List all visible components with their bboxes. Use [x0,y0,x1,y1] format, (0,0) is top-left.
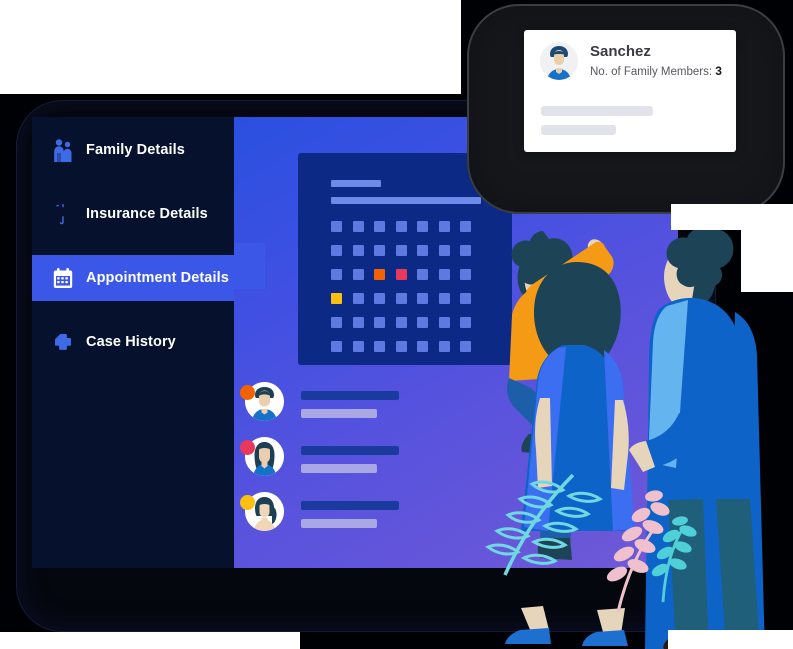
status-badge-pink [240,440,255,455]
calendar-day-cell-pink[interactable] [395,269,407,280]
calendar-day-cell[interactable] [331,341,342,352]
sidebar-item-family-details[interactable]: Family Details [32,127,234,173]
calendar-day-cell[interactable] [352,293,364,304]
sidebar-item-label: Family Details [86,142,185,158]
calendar-icon [52,266,74,290]
calendar-day-cell[interactable] [395,341,407,352]
popup-name: Sanchez [590,43,651,60]
family-icon [52,138,74,162]
calendar-day-cell-orange[interactable] [374,269,386,280]
calendar-day-cell[interactable] [417,293,429,304]
active-item-highlight-extension [234,243,265,289]
popup-placeholder-line-1 [541,106,653,116]
background-cutout-bottom [0,632,300,649]
calendar-day-cell[interactable] [460,269,472,280]
calendar-day-cell[interactable] [417,269,429,280]
calendar-day-cell[interactable] [374,293,386,304]
appointment-primary-placeholder [301,445,399,455]
appointment-secondary-placeholder [301,518,377,528]
calendar-day-cell[interactable] [460,341,472,352]
background-cutout-topleft [0,0,461,94]
avatar [540,42,578,80]
status-badge-yellow [240,495,255,510]
sidebar-nav-list: Family Details Insurance Details Appointme… [32,127,234,365]
calendar-grid[interactable] [331,221,482,352]
background-cutout-right-2 [741,230,793,292]
sidebar-item-label: Case History [86,334,176,350]
avatar-wrapper [240,492,284,536]
status-badge-orange [240,385,255,400]
calendar-day-cell[interactable] [417,317,429,328]
calendar-day-cell[interactable] [395,245,407,256]
medical-cross-icon [52,330,74,354]
appointment-list-item[interactable] [240,489,670,539]
calendar-day-cell[interactable] [417,341,429,352]
appointment-list-item[interactable] [240,379,670,429]
calendar-day-cell[interactable] [395,221,407,232]
sidebar-item-case-history[interactable]: Case History [32,319,234,365]
calendar-day-cell[interactable] [331,245,342,256]
calendar-day-cell[interactable] [460,293,472,304]
background-cutout-right-1 [671,204,793,230]
family-popup-card[interactable]: Sanchez No. of Family Members: 3 [524,30,736,152]
calendar-day-cell[interactable] [438,269,450,280]
sidebar-item-label: Insurance Details [86,206,208,222]
sidebar-item-label: Appointment Details [86,270,229,286]
calendar-day-cell[interactable] [331,221,342,232]
appointment-primary-placeholder [301,500,399,510]
calendar-day-cell[interactable] [352,221,364,232]
sidebar-item-appointment-details[interactable]: Appointment Details [32,255,234,301]
calendar-day-cell[interactable] [438,341,450,352]
umbrella-icon [52,202,74,226]
calendar-day-cell[interactable] [395,317,407,328]
appointment-text-placeholders [301,445,399,473]
calendar-day-cell[interactable] [438,221,450,232]
appointment-primary-placeholder [301,390,399,400]
background-cutout-bottomright [668,630,793,649]
calendar-day-cell[interactable] [331,269,342,280]
appointment-text-placeholders [301,390,399,418]
calendar-day-cell[interactable] [438,293,450,304]
calendar-day-cell[interactable] [374,317,386,328]
popup-family-members-count: 3 [715,64,722,78]
calendar-day-cell[interactable] [374,245,386,256]
calendar-day-cell-yellow[interactable] [331,293,342,304]
calendar-day-cell[interactable] [460,221,472,232]
popup-header: Sanchez No. of Family Members: 3 [524,30,736,80]
sidebar-item-insurance-details[interactable]: Insurance Details [32,191,234,237]
calendar-day-cell[interactable] [374,221,386,232]
appointment-text-placeholders [301,500,399,528]
calendar-day-cell[interactable] [417,221,429,232]
avatar-wrapper [240,437,284,481]
popup-family-members: No. of Family Members: 3 [590,64,722,80]
calendar-title-placeholder [331,180,381,187]
popup-placeholder-line-2 [541,125,616,135]
appointment-list [240,379,670,539]
calendar-day-cell[interactable] [352,245,364,256]
popup-text-block: Sanchez No. of Family Members: 3 [590,42,722,80]
popup-family-members-label: No. of Family Members: [590,66,713,78]
illustration-stage: Family Details Insurance Details Appointme… [0,0,793,649]
calendar-day-cell[interactable] [460,245,472,256]
calendar-day-cell[interactable] [331,317,342,328]
calendar-day-cell[interactable] [460,317,472,328]
sidebar: Family Details Insurance Details Appointme… [32,117,234,568]
calendar-day-cell[interactable] [352,317,364,328]
calendar-day-cell[interactable] [438,317,450,328]
calendar-day-cell[interactable] [438,245,450,256]
appointment-secondary-placeholder [301,463,377,473]
calendar-subtitle-placeholder [331,197,481,204]
calendar-day-cell[interactable] [352,341,364,352]
appointment-list-item[interactable] [240,434,670,484]
calendar-day-cell[interactable] [395,293,407,304]
appointment-secondary-placeholder [301,408,377,418]
calendar-day-cell[interactable] [417,245,429,256]
calendar-day-cell[interactable] [374,341,386,352]
avatar-wrapper [240,382,284,426]
calendar-day-cell[interactable] [352,269,364,280]
